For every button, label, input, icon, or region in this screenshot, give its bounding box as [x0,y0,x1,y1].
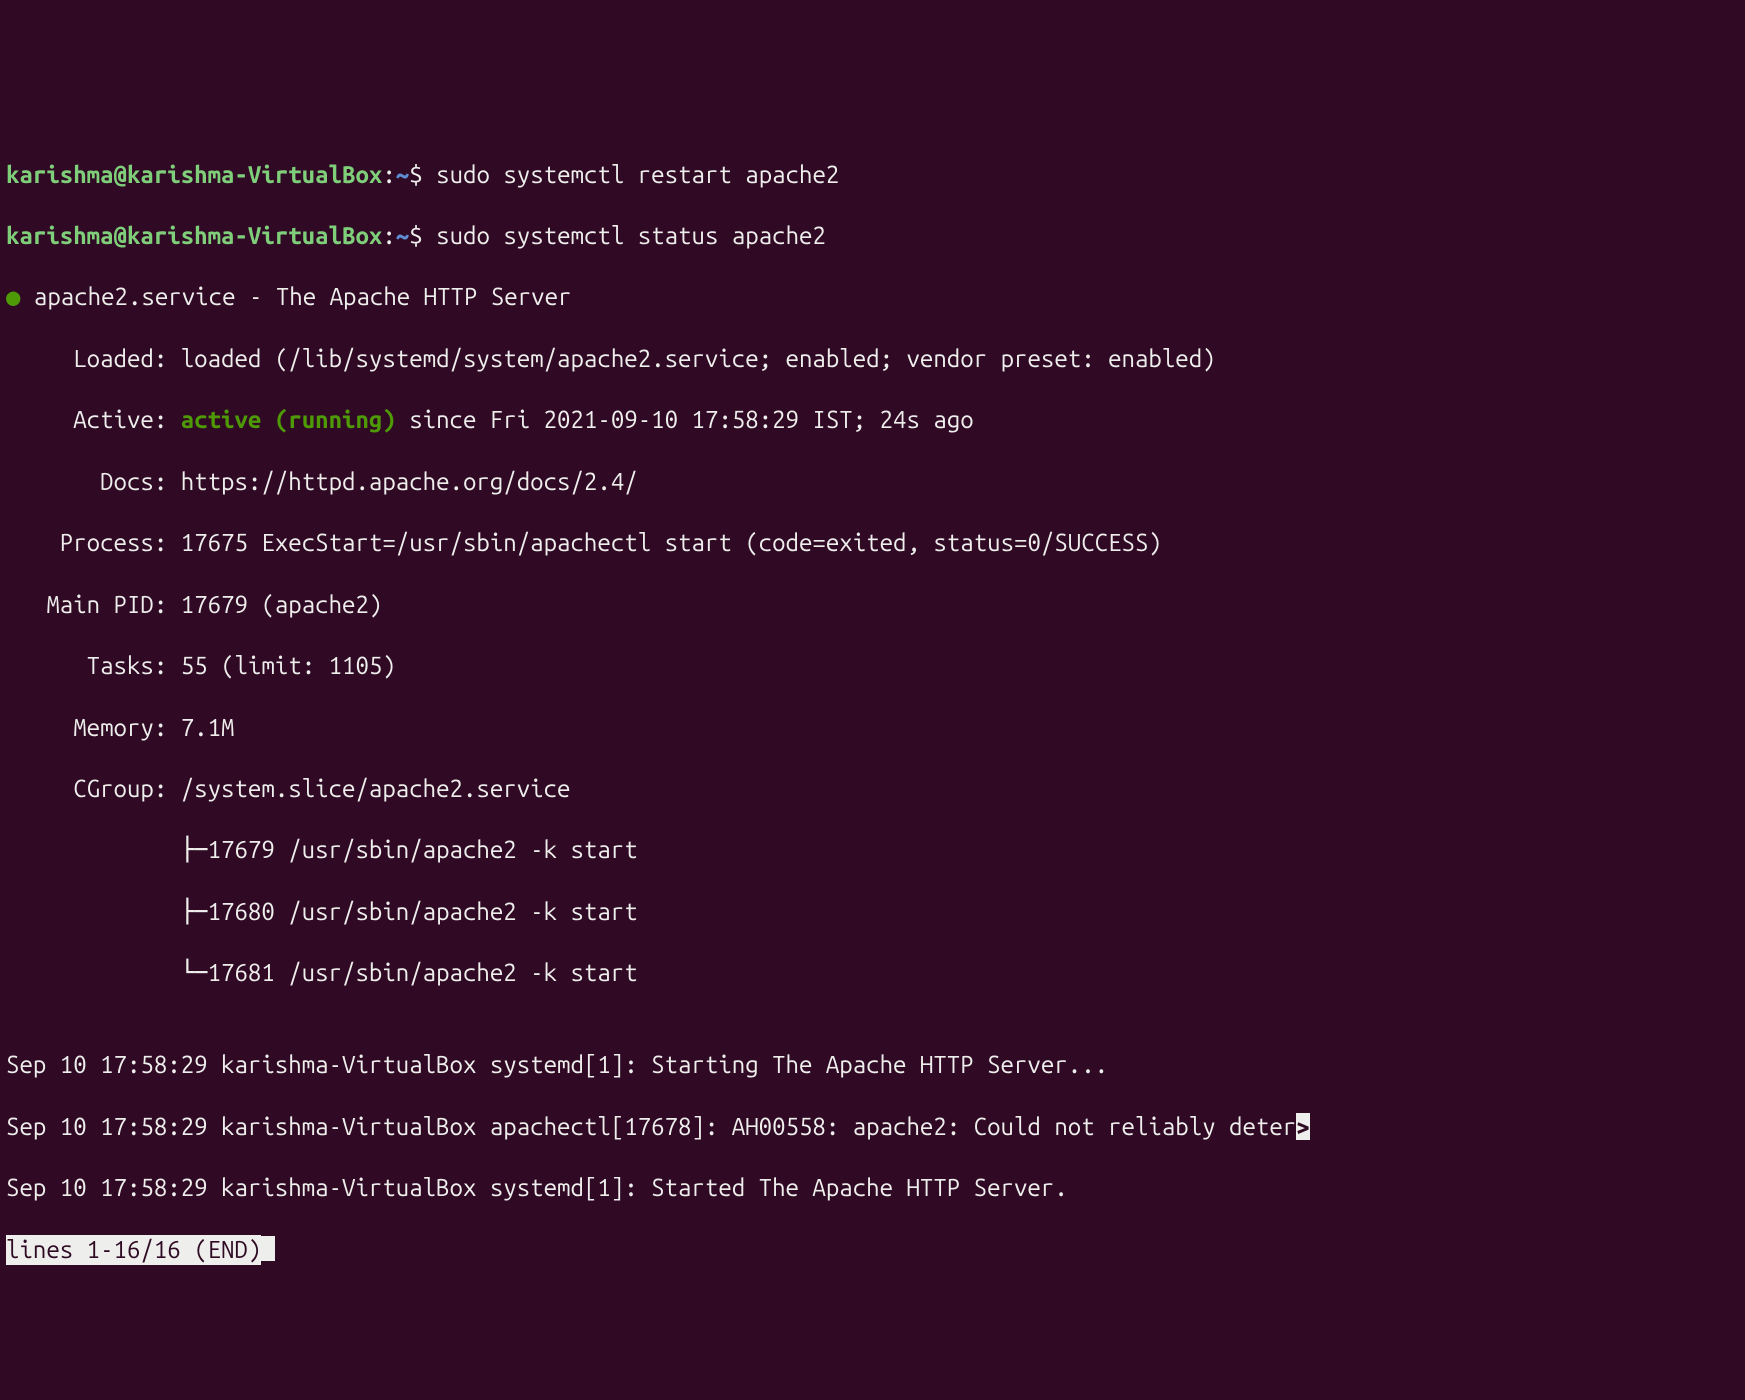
prompt-user: karishma@karishma-VirtualBox [6,161,382,188]
mainpid-line: Main PID: 17679 (apache2) [6,590,1737,621]
prompt-sign: $ [409,161,422,188]
loaded-line: Loaded: loaded (/lib/systemd/system/apac… [6,344,1737,375]
docs-label: Docs: [6,468,181,495]
command-2: sudo systemctl status apache2 [436,222,826,249]
service-header: ● apache2.service - The Apache HTTP Serv… [6,282,1737,313]
active-rest: since Fri 2021-09-10 17:58:29 IST; 24s a… [396,406,974,433]
prompt-sign: $ [409,222,422,249]
line-continuation-icon: > [1296,1113,1309,1140]
cgroup-tree-3: └─17681 /usr/sbin/apache2 -k start [6,958,1737,989]
active-state: active (running) [181,406,396,433]
memory-label: Memory: [6,714,181,741]
loaded-value: loaded (/lib/systemd/system/apache2.serv… [181,345,1216,372]
log-line-2: Sep 10 17:58:29 karishma-VirtualBox apac… [6,1112,1737,1143]
cgroup-label: CGroup: [6,775,181,802]
space [423,161,436,188]
command-1: sudo systemctl restart apache2 [436,161,839,188]
prompt-line-1[interactable]: karishma@karishma-VirtualBox:~$ sudo sys… [6,160,1737,191]
process-line: Process: 17675 ExecStart=/usr/sbin/apach… [6,528,1737,559]
tasks-label: Tasks: [6,652,181,679]
mainpid-label: Main PID: [6,591,181,618]
prompt-sep: : [382,161,395,188]
cgroup-value: /system.slice/apache2.service [181,775,571,802]
pager-status-line[interactable]: lines 1-16/16 (END) [6,1235,1737,1266]
log-2-text: Sep 10 17:58:29 karishma-VirtualBox apac… [6,1113,1296,1140]
docs-line: Docs: https://httpd.apache.org/docs/2.4/ [6,467,1737,498]
cgroup-line: CGroup: /system.slice/apache2.service [6,774,1737,805]
prompt-user: karishma@karishma-VirtualBox [6,222,382,249]
space [20,283,33,310]
prompt-line-2[interactable]: karishma@karishma-VirtualBox:~$ sudo sys… [6,221,1737,252]
prompt-sep: : [382,222,395,249]
process-value: 17675 ExecStart=/usr/sbin/apachectl star… [181,529,1162,556]
service-title: apache2.service - The Apache HTTP Server [34,283,572,310]
prompt-path: ~ [396,222,409,249]
docs-value: https://httpd.apache.org/docs/2.4/ [181,468,638,495]
memory-line: Memory: 7.1M [6,713,1737,744]
cursor-icon [261,1236,275,1261]
prompt-path: ~ [396,161,409,188]
log-line-1: Sep 10 17:58:29 karishma-VirtualBox syst… [6,1050,1737,1081]
tasks-line: Tasks: 55 (limit: 1105) [6,651,1737,682]
status-dot-icon: ● [6,283,20,310]
active-label: Active: [6,406,181,433]
loaded-label: Loaded: [6,345,181,372]
cgroup-tree-1: ├─17679 /usr/sbin/apache2 -k start [6,835,1737,866]
pager-status: lines 1-16/16 (END) [6,1235,261,1266]
active-line: Active: active (running) since Fri 2021-… [6,405,1737,436]
log-line-3: Sep 10 17:58:29 karishma-VirtualBox syst… [6,1173,1737,1204]
process-label: Process: [6,529,181,556]
cgroup-tree-2: ├─17680 /usr/sbin/apache2 -k start [6,897,1737,928]
tasks-value: 55 (limit: 1105) [181,652,396,679]
space [423,222,436,249]
mainpid-value: 17679 (apache2) [181,591,383,618]
memory-value: 7.1M [181,714,235,741]
